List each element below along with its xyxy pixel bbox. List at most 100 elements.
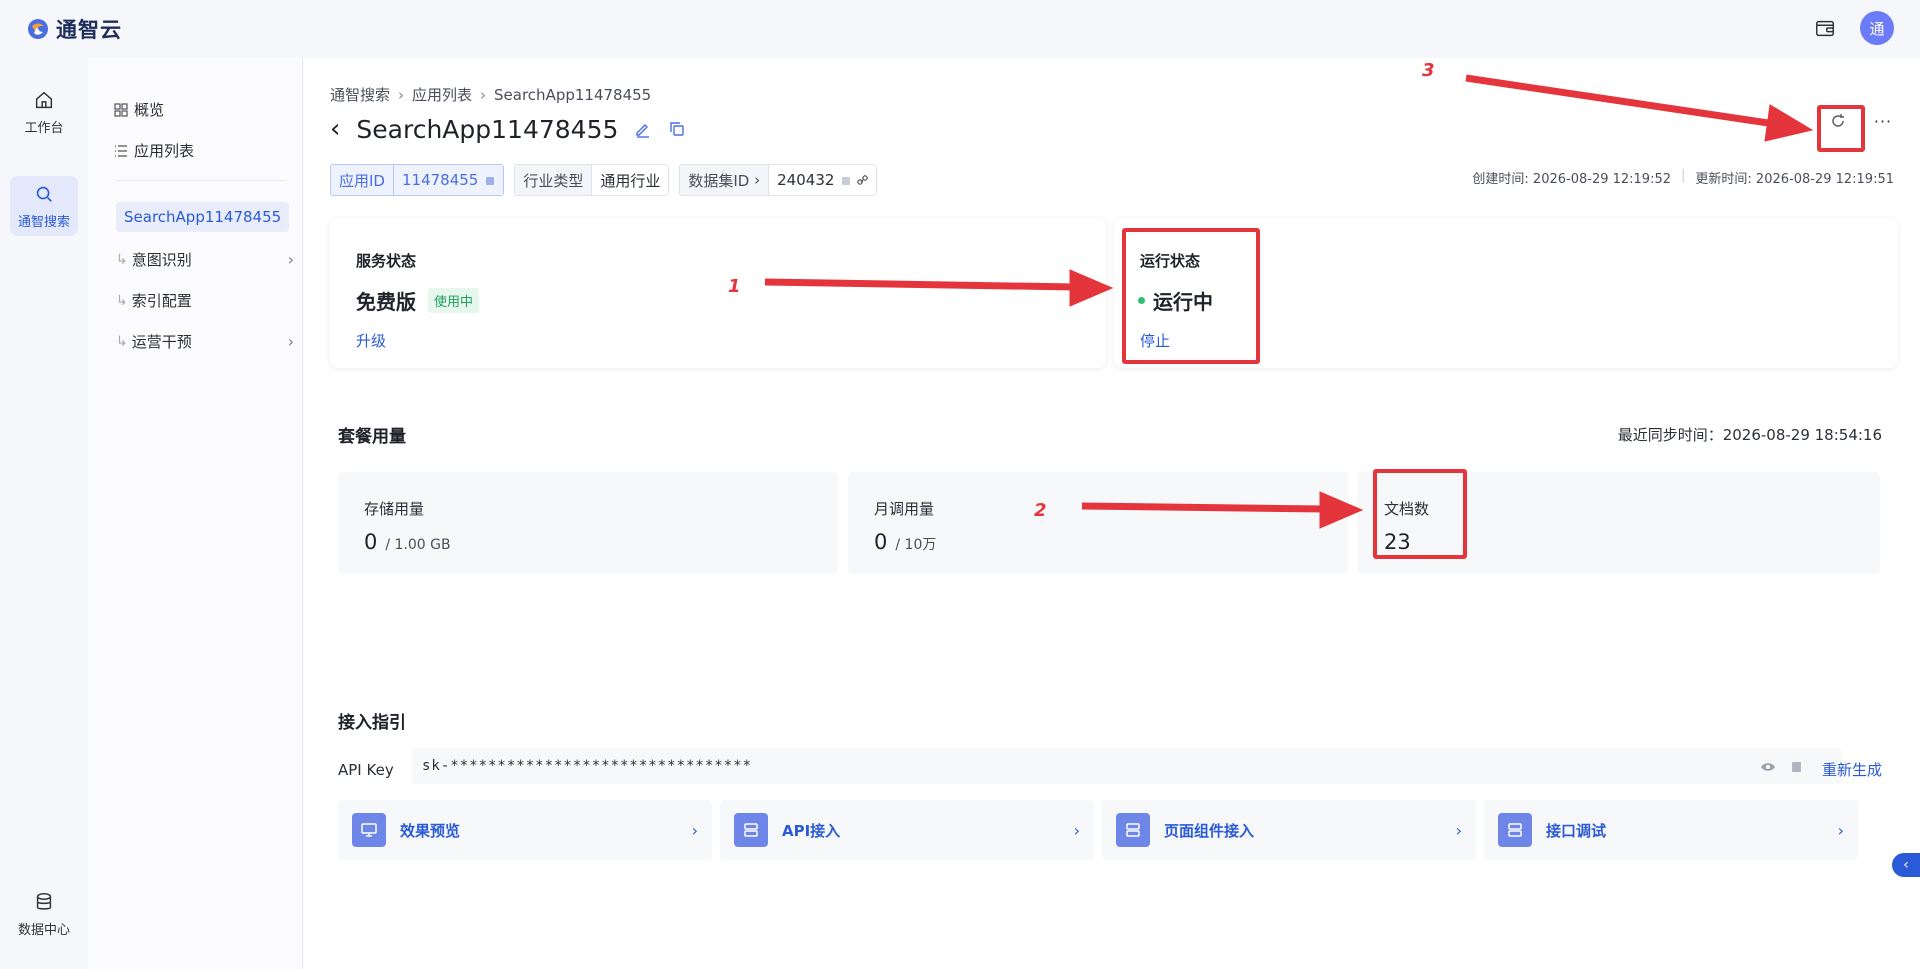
chevron-right-icon: › (1073, 820, 1080, 840)
usage-card: 套餐用量 最近同步时间：2026-08-29 18:54:16 存储用量 0 / … (330, 392, 1898, 574)
home-icon (35, 91, 53, 108)
breadcrumb-separator: › (398, 85, 405, 104)
chevron-right-icon: › (287, 332, 294, 351)
avatar[interactable]: 通 (1860, 11, 1894, 45)
copy-icon[interactable] (840, 175, 851, 186)
dataset-value: 240432 (777, 171, 835, 189)
apikey-label: API Key (338, 761, 394, 779)
annotation-number-1: 1 (728, 276, 741, 297)
server-icon (734, 813, 768, 847)
app-id-value: 11478455 (401, 171, 479, 189)
annotation-number-2: 2 (1034, 500, 1047, 521)
sidebar-item-index[interactable]: ↳ 索引配置 (116, 290, 294, 311)
entry-api-debug[interactable]: 接口调试 › (1484, 800, 1858, 860)
industry-value: 通用行业 (600, 171, 661, 190)
page-title: SearchApp11478455 (356, 114, 619, 144)
regenerate-key-link[interactable]: 重新生成 (1822, 759, 1882, 780)
storage-value: 0 (364, 530, 378, 554)
timestamps: 创建时间: 2026-08-29 12:19:52 | 更新时间: 2026-0… (1472, 168, 1894, 187)
sidebar-item-app-list[interactable]: 应用列表 (114, 140, 194, 161)
calls-unit: / 10万 (895, 537, 937, 553)
storage-usage-box: 存储用量 0 / 1.00 GB (338, 472, 838, 574)
top-bar: 通智云 通 (0, 0, 1920, 58)
rail-label-search: 通智搜索 (17, 214, 70, 230)
brand-logo[interactable]: 通智云 (26, 14, 122, 44)
calls-usage-box: 月调用量 0 / 10万 (848, 472, 1348, 574)
rail-item-search[interactable]: 通智搜索 (10, 176, 78, 236)
chevron-right-icon: › (1455, 820, 1462, 840)
main-content: 通智搜索 › 应用列表 › SearchApp11478455 ‹ Search… (304, 58, 1920, 969)
entry-page-component[interactable]: 页面组件接入 › (1102, 800, 1476, 860)
chevron-right-icon: › (287, 250, 294, 269)
rail-label-data-center: 数据中心 (17, 922, 70, 938)
annotation-box-refresh (1817, 105, 1865, 152)
entry-api[interactable]: API接入 › (720, 800, 1094, 860)
nav-rail: 工作台 通智搜索 数据中心 (0, 58, 88, 969)
back-arrow-icon[interactable]: ‹ (330, 114, 340, 144)
rail-item-data-center[interactable]: 数据中心 (10, 884, 78, 944)
breadcrumb-list[interactable]: 应用列表 (412, 84, 472, 105)
entry-page-component-label: 页面组件接入 (1164, 821, 1255, 840)
storage-unit: / 1.00 GB (385, 537, 451, 553)
database-icon (36, 892, 52, 910)
sidebar-index-label: 索引配置 (131, 292, 192, 310)
copy-icon[interactable] (668, 120, 686, 138)
search-icon (36, 186, 52, 202)
rail-item-workbench[interactable]: 工作台 (10, 82, 78, 142)
updated-time: 更新时间: 2026-08-29 12:19:51 (1695, 172, 1894, 187)
calls-value: 0 (874, 530, 888, 554)
entry-preview-label: 效果预览 (400, 821, 461, 840)
eye-icon[interactable] (1760, 759, 1776, 775)
app-info-chips: 应用ID 11478455 行业类型 通用行业 数据集ID › 240432 (330, 164, 878, 196)
sub-hook-icon: ↳ (116, 251, 128, 268)
sidebar-app-list-label: 应用列表 (134, 142, 195, 160)
plan-name: 免费版 (356, 290, 416, 314)
dataset-key-label: 数据集ID (688, 171, 750, 190)
chevron-right-icon: › (691, 820, 698, 840)
sub-hook-icon: ↳ (116, 292, 128, 309)
sidebar-divider (116, 180, 286, 181)
grid-icon (114, 102, 128, 117)
title-row: ‹ SearchApp11478455 (330, 114, 686, 144)
sync-time: 最近同步时间：2026-08-29 18:54:16 (1617, 426, 1882, 444)
status-badge: 使用中 (428, 288, 480, 313)
brand-name: 通智云 (56, 18, 122, 42)
entry-api-label: API接入 (782, 821, 841, 840)
storage-label: 存储用量 (364, 500, 425, 518)
sidebar: 概览 应用列表 SearchApp11478455 ↳ 意图识别 › ↳ 索引配置 … (88, 58, 303, 969)
edit-icon[interactable] (634, 120, 652, 138)
link-icon[interactable] (857, 174, 869, 186)
copy-icon[interactable] (484, 175, 495, 186)
usage-title: 套餐用量 (338, 427, 406, 447)
more-options-button[interactable]: ··· (1871, 104, 1895, 138)
sidebar-item-overview[interactable]: 概览 (114, 99, 164, 120)
dataset-key[interactable]: 数据集ID › (680, 165, 770, 195)
copy-icon[interactable] (1788, 759, 1804, 775)
apikey-actions (1760, 759, 1804, 775)
apikey-field[interactable]: sk-******************************** (412, 748, 1842, 784)
list-icon (115, 144, 127, 157)
sidebar-item-ops[interactable]: ↳ 运营干预 › (116, 331, 294, 352)
breadcrumb-root[interactable]: 通智搜索 (330, 84, 390, 105)
ts-separator: | (1681, 168, 1686, 183)
entry-api-debug-label: 接口调试 (1546, 821, 1607, 840)
brand-mark-icon (28, 19, 48, 39)
apikey-value: sk-******************************** (422, 758, 753, 774)
chevron-right-icon: › (1837, 820, 1844, 840)
sidebar-ops-label: 运营干预 (131, 333, 192, 351)
server-icon (1498, 813, 1532, 847)
entry-preview[interactable]: 效果预览 › (338, 800, 712, 860)
guide-title: 接入指引 (338, 713, 406, 733)
wallet-icon[interactable] (1814, 17, 1836, 39)
created-time: 创建时间: 2026-08-29 12:19:52 (1472, 172, 1672, 187)
upgrade-link[interactable]: 升级 (356, 330, 386, 351)
app-id-key: 应用ID (331, 165, 394, 195)
app-id-chip: 应用ID 11478455 (330, 164, 505, 196)
breadcrumb-current: SearchApp11478455 (494, 85, 652, 104)
sidebar-current-app[interactable]: SearchApp11478455 (116, 202, 290, 232)
collapse-panel-button[interactable]: ‹ (1892, 853, 1920, 877)
breadcrumb: 通智搜索 › 应用列表 › SearchApp11478455 (330, 84, 651, 105)
sidebar-overview-label: 概览 (134, 101, 165, 119)
sidebar-item-intent[interactable]: ↳ 意图识别 › (116, 249, 294, 270)
dataset-chip: 数据集ID › 240432 (679, 164, 878, 196)
